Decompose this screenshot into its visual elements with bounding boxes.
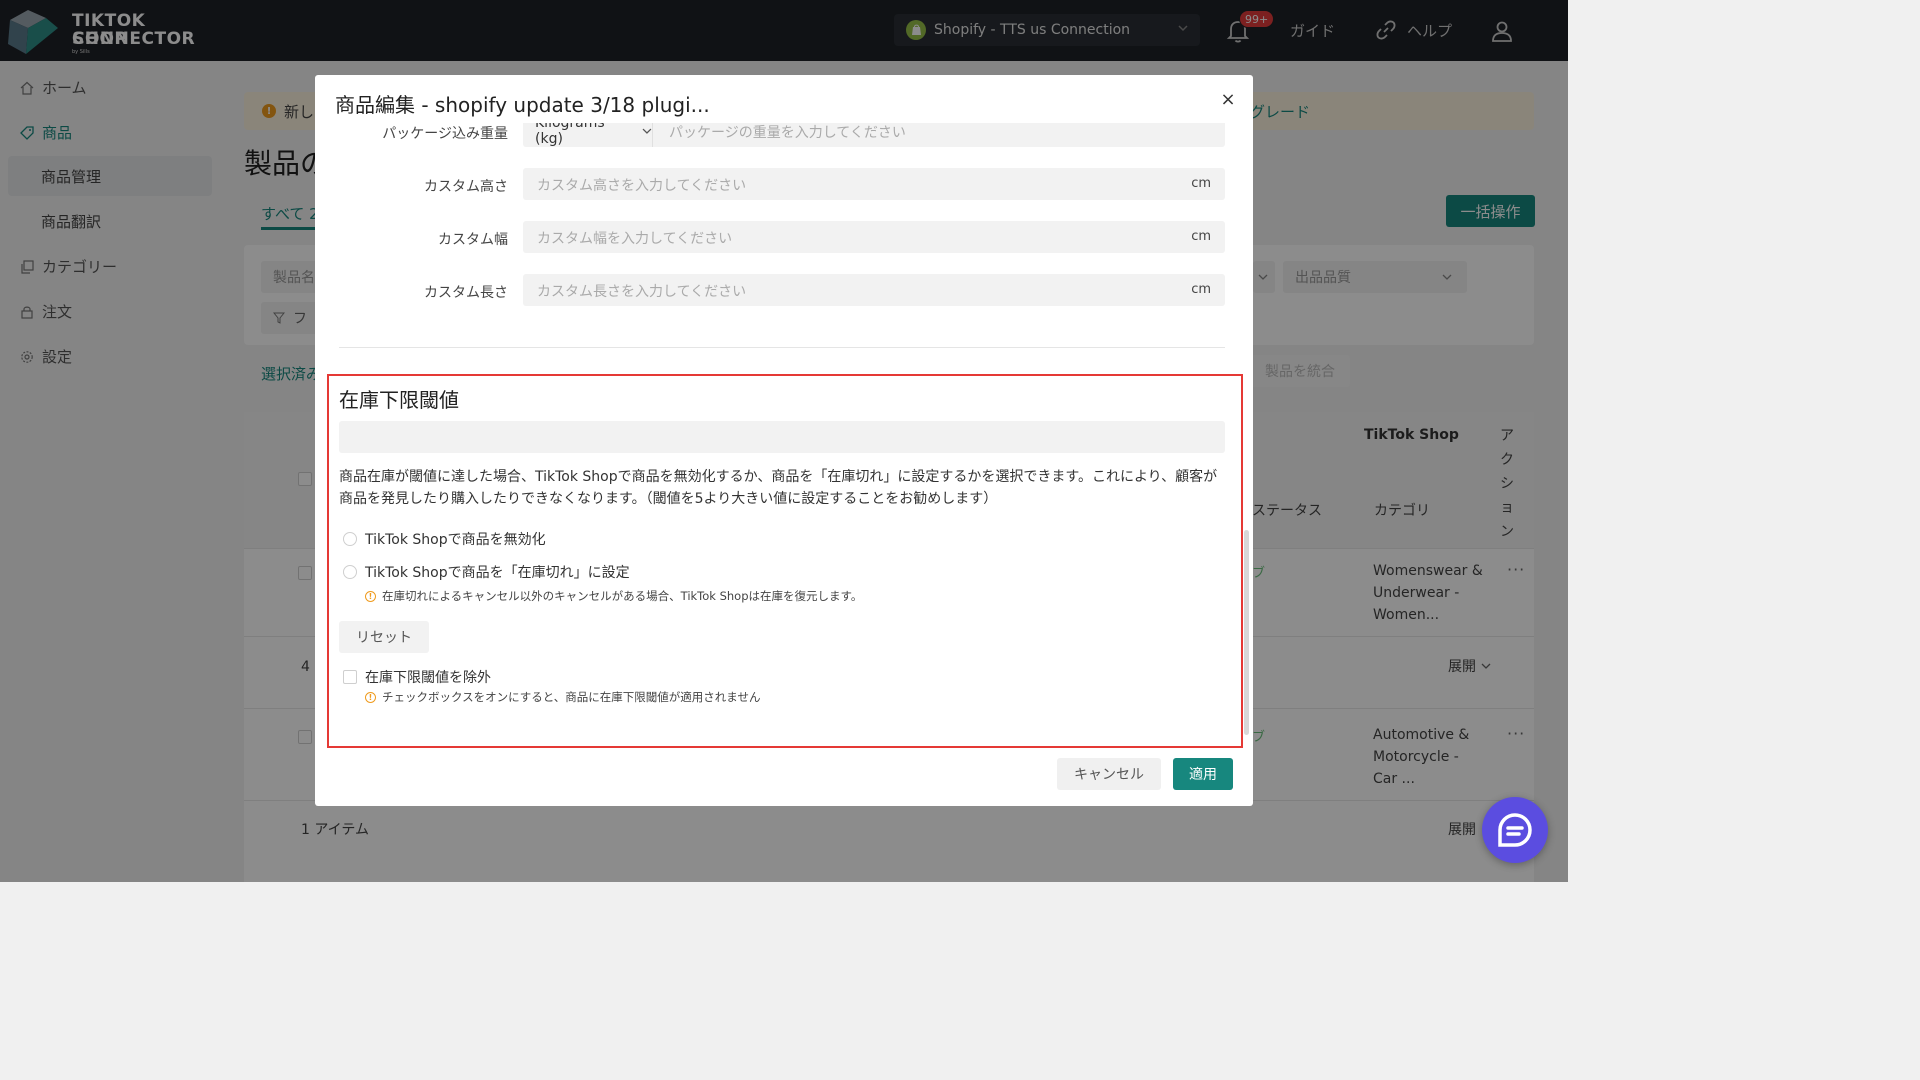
info-icon: ! [365, 691, 376, 703]
custom-length-label: カスタム長さ [424, 285, 508, 301]
package-weight-input[interactable]: パッケージの重量を入力してください [669, 123, 906, 142]
unit-suffix: cm [1191, 282, 1211, 297]
weight-unit-select[interactable]: Kilograms (kg) [523, 123, 653, 147]
exclude-threshold-checkbox[interactable] [343, 670, 357, 684]
edit-product-modal: 商品編集 - shopify update 3/18 plugi... × パッ… [315, 75, 1253, 806]
hint-restore: ! 在庫切れによるキャンセル以外のキャンセルがある場合、TikTok Shopは… [365, 588, 862, 604]
package-weight-label: パッケージ込み重量 [382, 126, 508, 142]
cancel-button[interactable]: キャンセル [1057, 758, 1161, 790]
package-weight-field: Kilograms (kg) パッケージの重量を入力してください [523, 123, 1225, 147]
chat-icon [1498, 813, 1532, 847]
radio-button[interactable] [343, 565, 357, 579]
custom-length-input[interactable]: カスタム長さを入力してください cm [523, 274, 1225, 306]
info-icon: ! [365, 590, 376, 602]
radio-button[interactable] [343, 532, 357, 546]
weight-unit-value: Kilograms (kg) [535, 123, 605, 147]
custom-width-placeholder: カスタム幅を入力してください [537, 231, 733, 247]
hint-exclude: ! チェックボックスをオンにすると、商品に在庫下限閾値が適用されません [365, 689, 760, 705]
unit-suffix: cm [1191, 176, 1211, 191]
hint-text: 在庫切れによるキャンセル以外のキャンセルがある場合、TikTok Shopは在庫… [382, 589, 863, 603]
section-divider [339, 347, 1225, 348]
custom-width-input[interactable]: カスタム幅を入力してください cm [523, 221, 1225, 253]
threshold-description: 商品在庫が閾値に達した場合、TikTok Shopで商品を無効化するか、商品を「… [339, 469, 1218, 507]
option-out-of-stock[interactable]: TikTok Shopで商品を「在庫切れ」に設定 [343, 562, 630, 582]
close-icon[interactable]: × [1218, 89, 1238, 110]
unit-suffix: cm [1191, 229, 1211, 244]
exclude-threshold-option[interactable]: 在庫下限閾値を除外 [343, 667, 491, 687]
modal-title: 商品編集 - shopify update 3/18 plugi... [335, 93, 710, 117]
custom-length-placeholder: カスタム長さを入力してください [537, 284, 747, 300]
checkbox-label: 在庫下限閾値を除外 [365, 670, 491, 686]
section-title-stock-threshold: 在庫下限閾値 [339, 388, 459, 412]
hint-text: チェックボックスをオンにすると、商品に在庫下限閾値が適用されません [382, 690, 761, 704]
option-label: TikTok Shopで商品を無効化 [365, 532, 546, 548]
modal-scrollbar[interactable] [1244, 530, 1249, 735]
apply-button[interactable]: 適用 [1173, 758, 1233, 790]
reset-button[interactable]: リセット [339, 621, 429, 653]
custom-width-label: カスタム幅 [438, 232, 508, 248]
option-label: TikTok Shopで商品を「在庫切れ」に設定 [365, 565, 630, 581]
custom-height-label: カスタム高さ [424, 179, 508, 195]
chevron-down-icon [642, 128, 652, 134]
threshold-input[interactable] [339, 421, 1225, 453]
custom-height-input[interactable]: カスタム高さを入力してください cm [523, 168, 1225, 200]
option-disable-product[interactable]: TikTok Shopで商品を無効化 [343, 529, 546, 549]
chat-button[interactable] [1482, 797, 1548, 863]
custom-height-placeholder: カスタム高さを入力してください [537, 178, 747, 194]
